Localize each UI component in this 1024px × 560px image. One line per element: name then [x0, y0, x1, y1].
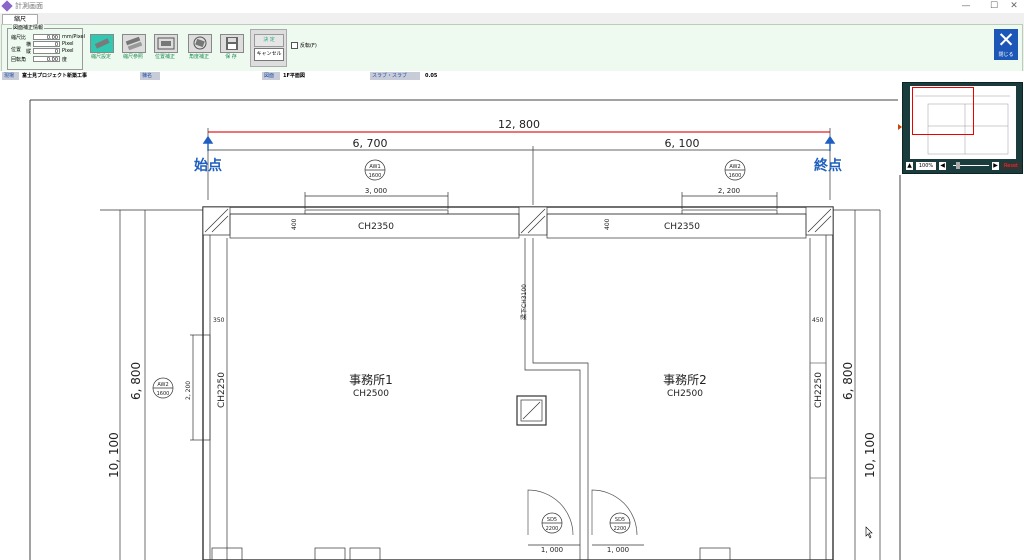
aw1-size: 1600 — [369, 173, 382, 179]
vertical-dim-left-6800: 6, 800 — [129, 362, 143, 400]
building-label: 棟名 — [140, 72, 160, 80]
aw2-side-label: AW2 — [157, 382, 168, 388]
ceiling-left-label: CH2250 — [217, 372, 227, 408]
wall-offset-350: 350 — [213, 317, 225, 324]
minimap-controls: ▲ 100% ◀ ▶ Reset — [903, 160, 1022, 172]
viewport-frame[interactable] — [912, 87, 974, 135]
close-icon[interactable]: ✕ — [1003, 0, 1024, 13]
vertical-dim-left-10100: 10, 100 — [107, 432, 121, 478]
room2-name: 事務所2 — [663, 373, 707, 387]
close-x-icon: ✕ — [997, 28, 1015, 52]
left-span-dimension: 6, 700 — [353, 137, 388, 150]
tab-row: 縮尺 — [0, 13, 1024, 25]
slab-value: 0.05 — [425, 73, 438, 79]
soffit-depth-right: 400 — [604, 218, 611, 230]
vertical-label: 縦 — [26, 49, 32, 55]
horizontal-label: 横 — [26, 42, 32, 48]
vertical-field[interactable]: 0 — [33, 48, 60, 55]
maximize-icon[interactable]: ☐ — [983, 0, 1005, 13]
reset-button[interactable]: Reset — [1001, 162, 1021, 170]
ribbon: 図面補正情報 縮尺比 0.00 mm/Pixel 位置 横 0 Pixel 縦 … — [1, 24, 1023, 72]
rotation-label: 回転角 — [11, 57, 27, 63]
door-a-size: 2200 — [546, 526, 559, 532]
floor-plan-svg[interactable]: 12, 800 6, 700 6, 100 始点 終点 AW1 1600 AW2… — [0, 81, 1024, 560]
drawing-canvas[interactable]: 12, 800 6, 700 6, 100 始点 終点 AW1 1600 AW2… — [0, 81, 1024, 560]
rotate-icon — [188, 34, 212, 53]
horizontal-field[interactable]: 0 — [33, 41, 60, 48]
end-point-label: 終点 — [814, 157, 842, 174]
ruler-ref-icon — [122, 34, 146, 53]
wall-offset-450: 450 — [812, 317, 824, 324]
window-dimension-3000: 3, 000 — [365, 187, 387, 195]
save-button[interactable]: 保 存 — [218, 34, 244, 64]
vertical-dim-right-10100: 10, 100 — [863, 432, 877, 478]
mouse-cursor-icon — [865, 526, 873, 539]
room2-ceiling: CH2500 — [667, 389, 703, 399]
total-dimension: 12, 800 — [498, 118, 540, 131]
aw2-size: 1600 — [729, 173, 742, 179]
scale-label: 縮尺比 — [11, 35, 27, 41]
window-title: 計測画面 — [15, 2, 43, 10]
room1-ceiling: CH2500 — [353, 389, 389, 399]
window-dimension-2200-top: 2, 200 — [718, 187, 740, 195]
soffit-right-label: CH2350 — [664, 222, 700, 232]
angle-correction-button[interactable]: 角度補正 — [186, 34, 212, 64]
right-span-dimension: 6, 100 — [665, 137, 700, 150]
door-b-width: 1, 000 — [607, 546, 629, 554]
aw2-label: AW2 — [729, 164, 740, 170]
minimize-icon[interactable]: — — [955, 0, 977, 13]
start-point-label: 始点 — [194, 157, 222, 174]
scale-unit: mm/Pixel — [62, 34, 85, 40]
soffit-depth-left: 400 — [291, 218, 298, 230]
door-a-label: SD5 — [547, 517, 557, 523]
door-b-label: SD5 — [615, 517, 625, 523]
position-icon — [154, 34, 178, 53]
position-label: 位置 — [11, 47, 22, 53]
minimap-panel[interactable]: ▲ 100% ◀ ▶ Reset — [902, 82, 1023, 174]
aw1-label: AW1 — [369, 164, 380, 170]
action-button-panel: 決 定 キャンセル — [250, 29, 287, 67]
zoom-level: 100% — [916, 162, 936, 170]
title-bar: 計測画面 — ☐ ✕ — [0, 0, 1024, 14]
room1-name: 事務所1 — [349, 373, 393, 387]
decide-button[interactable]: 決 定 — [254, 34, 284, 47]
cancel-button[interactable]: キャンセル — [254, 48, 284, 61]
door-b-size: 2200 — [614, 526, 627, 532]
zoom-slider-knob[interactable] — [956, 162, 960, 169]
ceiling-right-label: CH2250 — [814, 372, 824, 408]
horizontal-unit: Pixel — [62, 41, 74, 47]
floppy-icon — [220, 34, 244, 53]
position-correction-button[interactable]: 位置補正 — [152, 34, 178, 64]
rotation-unit: 度 — [62, 57, 68, 63]
invert-checkbox[interactable]: 反転(F) — [291, 42, 317, 49]
zoom-in-icon[interactable]: ▶ — [992, 162, 999, 170]
invert-label: 反転(F) — [300, 43, 317, 49]
drawing-label: 図面 — [262, 72, 280, 80]
group-title: 図面補正情報 — [12, 24, 45, 31]
vertical-dim-right-6800: 6, 800 — [841, 362, 855, 400]
beam-ceiling-label: 梁下CH3100 — [520, 284, 528, 320]
soffit-left-label: CH2350 — [358, 222, 394, 232]
aw2-side-size: 1600 — [157, 391, 170, 397]
vertical-unit: Pixel — [62, 48, 74, 54]
scale-field[interactable]: 0.00 — [33, 34, 60, 41]
site-label: 現場 — [2, 72, 19, 80]
scale-reference-button[interactable]: 縮尺参照 — [120, 34, 146, 64]
zoom-up-icon[interactable]: ▲ — [906, 162, 913, 170]
scale-setting-button[interactable]: 縮尺設定 — [88, 34, 114, 64]
ruler-icon — [90, 34, 114, 53]
zoom-out-icon[interactable]: ◀ — [939, 162, 946, 170]
checkbox-box[interactable] — [291, 42, 298, 49]
app-icon — [1, 0, 13, 12]
minimap-preview[interactable] — [910, 86, 1016, 159]
door-a-width: 1, 000 — [541, 546, 563, 554]
drawing-value: 1F平面図 — [283, 73, 305, 79]
site-value: 富士見プロジェクト新築工事 — [22, 73, 88, 79]
correction-info-group: 図面補正情報 縮尺比 0.00 mm/Pixel 位置 横 0 Pixel 縦 … — [7, 24, 85, 70]
slab-label: スラブ・スラブ — [370, 72, 420, 80]
window-dimension-2200-side: 2, 200 — [185, 381, 192, 400]
rotation-field[interactable]: 0.00 — [33, 56, 60, 63]
close-button[interactable]: ✕ 閉じる — [994, 29, 1018, 60]
close-button-label: 閉じる — [998, 52, 1014, 58]
